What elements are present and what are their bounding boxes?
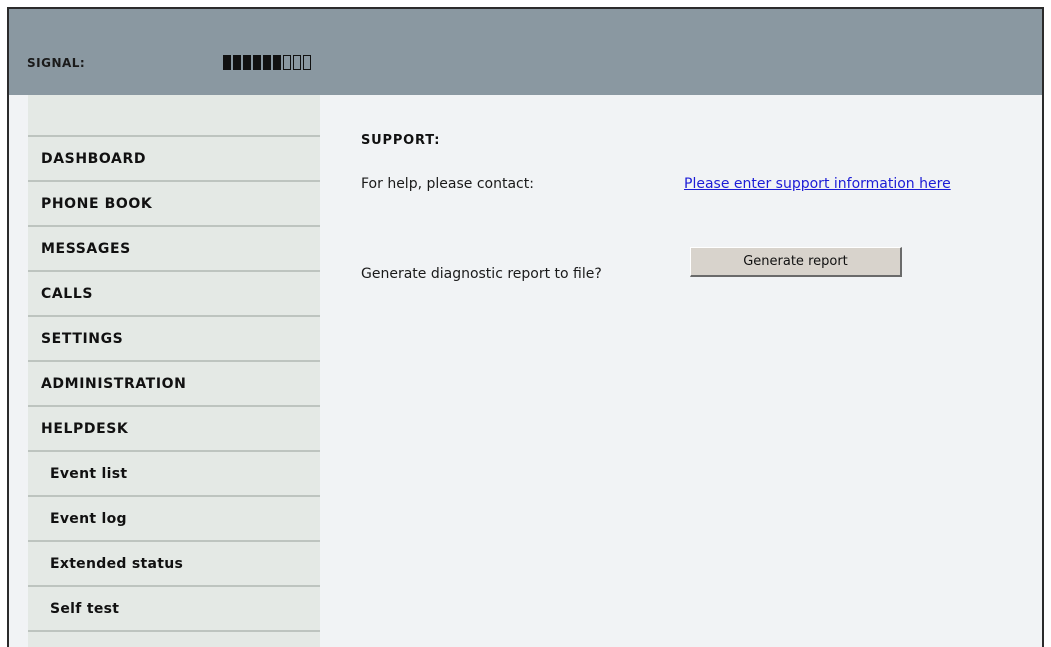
signal-bar-filled xyxy=(233,55,241,70)
sidebar-spacer xyxy=(28,95,320,137)
support-info-link[interactable]: Please enter support information here xyxy=(684,176,951,192)
generate-report-button[interactable]: Generate report xyxy=(690,247,902,277)
signal-bar-filled xyxy=(263,55,271,70)
sidebar-item-helpdesk[interactable]: HELPDESK xyxy=(28,407,320,452)
sidebar-item-calls[interactable]: CALLS xyxy=(28,272,320,317)
sidebar-item-messages[interactable]: MESSAGES xyxy=(28,227,320,272)
signal-bar-filled xyxy=(273,55,281,70)
section-title: SUPPORT: xyxy=(361,133,441,148)
signal-bar-filled xyxy=(223,55,231,70)
main-content: SUPPORT: For help, please contact: Pleas… xyxy=(320,95,1042,647)
signal-label: SIGNAL: xyxy=(27,56,86,70)
sidebar-item-phone-book[interactable]: PHONE BOOK xyxy=(28,182,320,227)
sidebar-item-administration[interactable]: ADMINISTRATION xyxy=(28,362,320,407)
help-label: For help, please contact: xyxy=(361,176,534,192)
signal-bar-empty xyxy=(283,55,291,70)
signal-bar-filled xyxy=(253,55,261,70)
signal-bar-filled xyxy=(243,55,251,70)
signal-bar-empty xyxy=(303,55,311,70)
signal-bar-empty xyxy=(293,55,301,70)
header-bar: SIGNAL: xyxy=(9,9,1042,95)
app-window: SIGNAL: DASHBOARD PHONE BOOK MESSAGES CALLS… xyxy=(7,7,1044,647)
sidebar-item-settings[interactable]: SETTINGS xyxy=(28,317,320,362)
sidebar-subitem-extended-status[interactable]: Extended status xyxy=(28,542,320,587)
sidebar-subitem-self-test[interactable]: Self test xyxy=(28,587,320,632)
sidebar-item-dashboard[interactable]: DASHBOARD xyxy=(28,137,320,182)
diagnostic-report-label: Generate diagnostic report to file? xyxy=(361,266,602,282)
sidebar-subitem-event-log[interactable]: Event log xyxy=(28,497,320,542)
signal-strength-indicator xyxy=(223,55,311,70)
sidebar-nav-list: DASHBOARD PHONE BOOK MESSAGES CALLS SETTINGS… xyxy=(28,137,320,632)
sidebar: DASHBOARD PHONE BOOK MESSAGES CALLS SETTINGS… xyxy=(28,95,320,647)
sidebar-subitem-event-list[interactable]: Event list xyxy=(28,452,320,497)
